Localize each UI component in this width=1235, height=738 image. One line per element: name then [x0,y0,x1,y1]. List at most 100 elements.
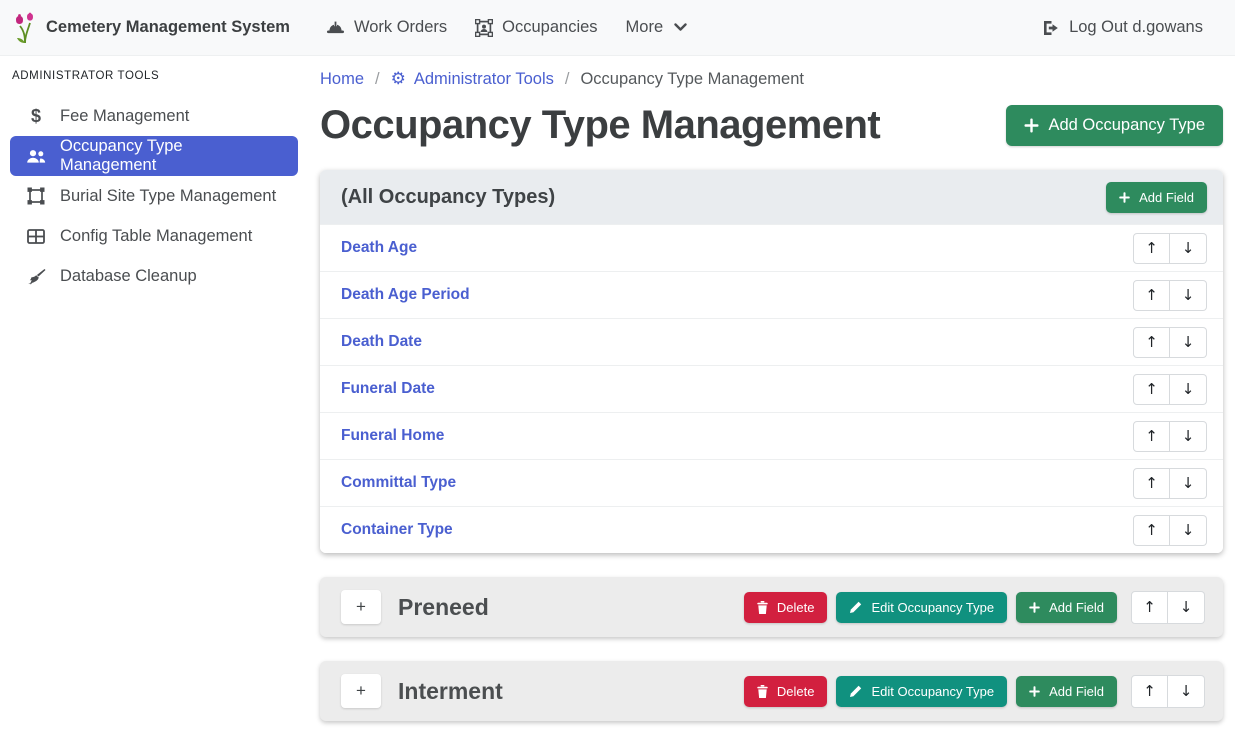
button-label: Add Field [1139,190,1194,205]
button-label: Add Field [1049,600,1104,615]
pencil-icon [849,601,862,614]
reorder-controls: ↑ ↓ [1131,675,1205,708]
breadcrumb-home[interactable]: Home [320,70,364,89]
field-row: Container Type ↑ ↓ [320,506,1223,553]
add-field-button[interactable]: Add Field [1016,676,1117,707]
section-title: Preneed [398,594,489,621]
edit-occupancy-type-button[interactable]: Edit Occupancy Type [836,592,1007,623]
reorder-controls: ↑ ↓ [1133,374,1207,405]
users-icon [25,148,47,164]
trash-icon [757,601,768,614]
move-down-button[interactable]: ↓ [1168,591,1205,624]
broom-icon [25,268,47,285]
card-title: (All Occupancy Types) [341,186,555,209]
reorder-controls: ↑ ↓ [1133,468,1207,499]
reorder-controls: ↑ ↓ [1133,421,1207,452]
main-content: Home / ⚙ Administrator Tools / Occupancy… [310,57,1235,721]
button-label: Add Occupancy Type [1048,116,1205,135]
brand[interactable]: Cemetery Management System [14,12,290,44]
sidebar-item-database-cleanup[interactable]: Database Cleanup [10,256,298,296]
sidebar-item-config-table-management[interactable]: Config Table Management [10,216,298,256]
expand-button[interactable]: + [341,590,381,624]
app-title: Cemetery Management System [46,18,290,37]
field-link[interactable]: Death Age Period [341,286,470,304]
nav-label: Work Orders [354,18,447,37]
delete-button[interactable]: Delete [744,676,828,707]
move-up-button[interactable]: ↑ [1133,515,1170,546]
hard-hat-icon [326,19,345,36]
delete-button[interactable]: Delete [744,592,828,623]
field-link[interactable]: Container Type [341,521,453,539]
move-down-button[interactable]: ↓ [1168,675,1205,708]
field-link[interactable]: Funeral Date [341,380,435,398]
sidebar-item-label: Burial Site Type Management [60,187,276,206]
move-down-button[interactable]: ↓ [1170,468,1207,499]
field-row: Death Age Period ↑ ↓ [320,271,1223,318]
move-up-button[interactable]: ↑ [1133,421,1170,452]
plus-icon [1119,192,1130,203]
card-header: (All Occupancy Types) Add Field [320,170,1223,224]
move-up-button[interactable]: ↑ [1133,280,1170,311]
move-up-button[interactable]: ↑ [1133,468,1170,499]
nav-more[interactable]: More [612,10,702,45]
add-occupancy-type-button[interactable]: Add Occupancy Type [1006,105,1223,146]
add-field-button[interactable]: Add Field [1106,182,1207,213]
field-row: Death Date ↑ ↓ [320,318,1223,365]
title-row: Occupancy Type Management Add Occupancy … [320,103,1223,148]
section-actions: Delete Edit Occupancy Type Add Field [744,591,1205,624]
breadcrumb-label: Home [320,70,364,89]
trash-icon [757,685,768,698]
sidebar-item-label: Fee Management [60,107,189,126]
sidebar: Administrator Tools $ Fee Management Occ… [0,57,310,296]
add-field-button[interactable]: Add Field [1016,592,1117,623]
field-link[interactable]: Committal Type [341,474,456,492]
move-up-button[interactable]: ↑ [1131,591,1168,624]
sidebar-item-occupancy-type-management[interactable]: Occupancy Type Management [10,136,298,176]
nav-label: More [626,18,664,37]
breadcrumb-label: Administrator Tools [414,70,554,89]
gear-icon: ⚙ [391,71,406,88]
button-label: Delete [777,600,815,615]
expand-button[interactable]: + [341,674,381,708]
sidebar-item-burial-site-type-management[interactable]: Burial Site Type Management [10,176,298,216]
move-up-button[interactable]: ↑ [1133,374,1170,405]
section-title: Interment [398,678,503,705]
plus-icon [1024,118,1039,133]
logout-button[interactable]: Log Out d.gowans [1028,10,1217,45]
sidebar-item-label: Occupancy Type Management [60,137,283,175]
move-down-button[interactable]: ↓ [1170,233,1207,264]
edit-occupancy-type-button[interactable]: Edit Occupancy Type [836,676,1007,707]
sidebar-item-fee-management[interactable]: $ Fee Management [10,96,298,136]
move-up-button[interactable]: ↑ [1133,327,1170,358]
field-link[interactable]: Death Age [341,239,417,257]
move-down-button[interactable]: ↓ [1170,280,1207,311]
logout-label: Log Out d.gowans [1069,18,1203,37]
move-down-button[interactable]: ↓ [1170,515,1207,546]
breadcrumb-current: Occupancy Type Management [580,70,804,89]
occupancy-type-section-interment: + Interment Delete Edi [320,661,1223,721]
breadcrumb-separator: / [375,70,380,89]
plus-icon [1029,686,1040,697]
dollar-icon: $ [25,106,47,127]
plus-icon [1029,602,1040,613]
field-link[interactable]: Funeral Home [341,427,444,445]
reorder-controls: ↑ ↓ [1133,515,1207,546]
move-down-button[interactable]: ↓ [1170,421,1207,452]
nav-work-orders[interactable]: Work Orders [312,10,461,45]
breadcrumb: Home / ⚙ Administrator Tools / Occupancy… [320,57,1223,91]
breadcrumb-administrator-tools[interactable]: ⚙ Administrator Tools [391,70,554,89]
breadcrumb-separator: / [565,70,570,89]
table-icon [25,229,47,244]
chevron-down-icon [674,23,687,32]
move-up-button[interactable]: ↑ [1131,675,1168,708]
move-up-button[interactable]: ↑ [1133,233,1170,264]
button-label: Add Field [1049,684,1104,699]
button-label: Edit Occupancy Type [871,684,994,699]
field-link[interactable]: Death Date [341,333,422,351]
nav-occupancies[interactable]: Occupancies [461,10,611,45]
tulips-logo-icon [14,12,36,44]
nav-label: Occupancies [502,18,597,37]
move-down-button[interactable]: ↓ [1170,327,1207,358]
page-title: Occupancy Type Management [320,103,880,148]
move-down-button[interactable]: ↓ [1170,374,1207,405]
